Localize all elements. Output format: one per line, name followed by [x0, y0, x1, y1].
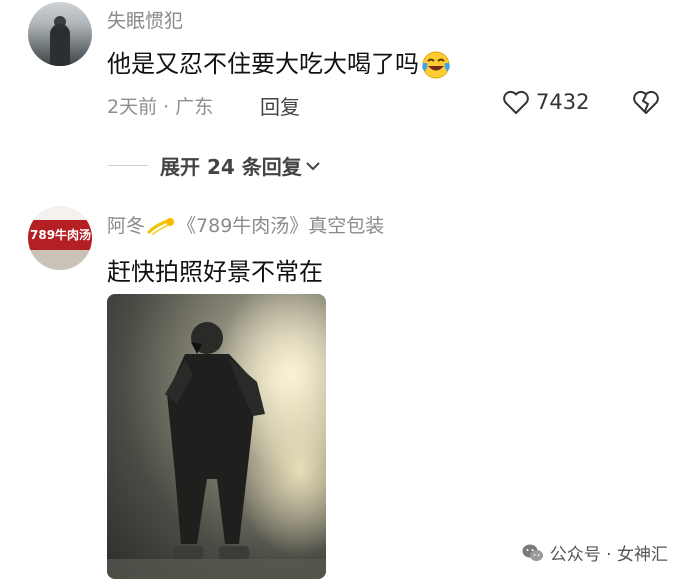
- chevron-down-icon: [306, 161, 320, 170]
- comment-username[interactable]: 阿冬: [107, 211, 145, 238]
- like-button[interactable]: 7432: [502, 89, 589, 115]
- user-avatar[interactable]: [28, 2, 92, 66]
- heart-icon: [503, 90, 529, 114]
- laughing-crying-emoji-icon: [422, 51, 450, 79]
- avatar-shop-sign: 789牛肉汤: [28, 220, 92, 250]
- watermark: 公众号 · 女神汇: [522, 540, 668, 565]
- comment-username[interactable]: 失眠惯犯: [107, 6, 183, 33]
- like-count: 7432: [536, 90, 590, 114]
- comment-image[interactable]: [107, 294, 326, 579]
- watermark-text: 公众号 · 女神汇: [549, 545, 668, 565]
- user-tag: 《789牛肉汤》真空包装: [177, 215, 385, 237]
- comet-icon: [147, 217, 175, 235]
- wechat-icon: [522, 544, 543, 561]
- user-avatar[interactable]: 789牛肉汤: [28, 206, 92, 270]
- comment-text: 他是又忍不住要大吃大喝了吗: [107, 44, 451, 80]
- reply-button[interactable]: 回复: [260, 91, 300, 120]
- comment-meta: 2天前 · 广东: [107, 96, 214, 118]
- comment-username-row: 阿冬 《789牛肉汤》真空包装: [107, 211, 384, 238]
- expand-divider-line: [108, 165, 148, 166]
- comment-text: 赶快拍照好景不常在: [107, 258, 323, 286]
- avatar-storefront: [28, 250, 92, 270]
- avatar-figure: [50, 24, 70, 66]
- comment-text-body: 他是又忍不住要大吃大喝了吗: [107, 50, 419, 78]
- broken-heart-icon: [633, 90, 659, 114]
- expand-replies-button[interactable]: 展开 24 条回复: [108, 151, 322, 180]
- performer-silhouette: [107, 294, 326, 579]
- dislike-button[interactable]: [632, 89, 660, 119]
- expand-replies-label: 展开 24 条回复: [160, 155, 302, 179]
